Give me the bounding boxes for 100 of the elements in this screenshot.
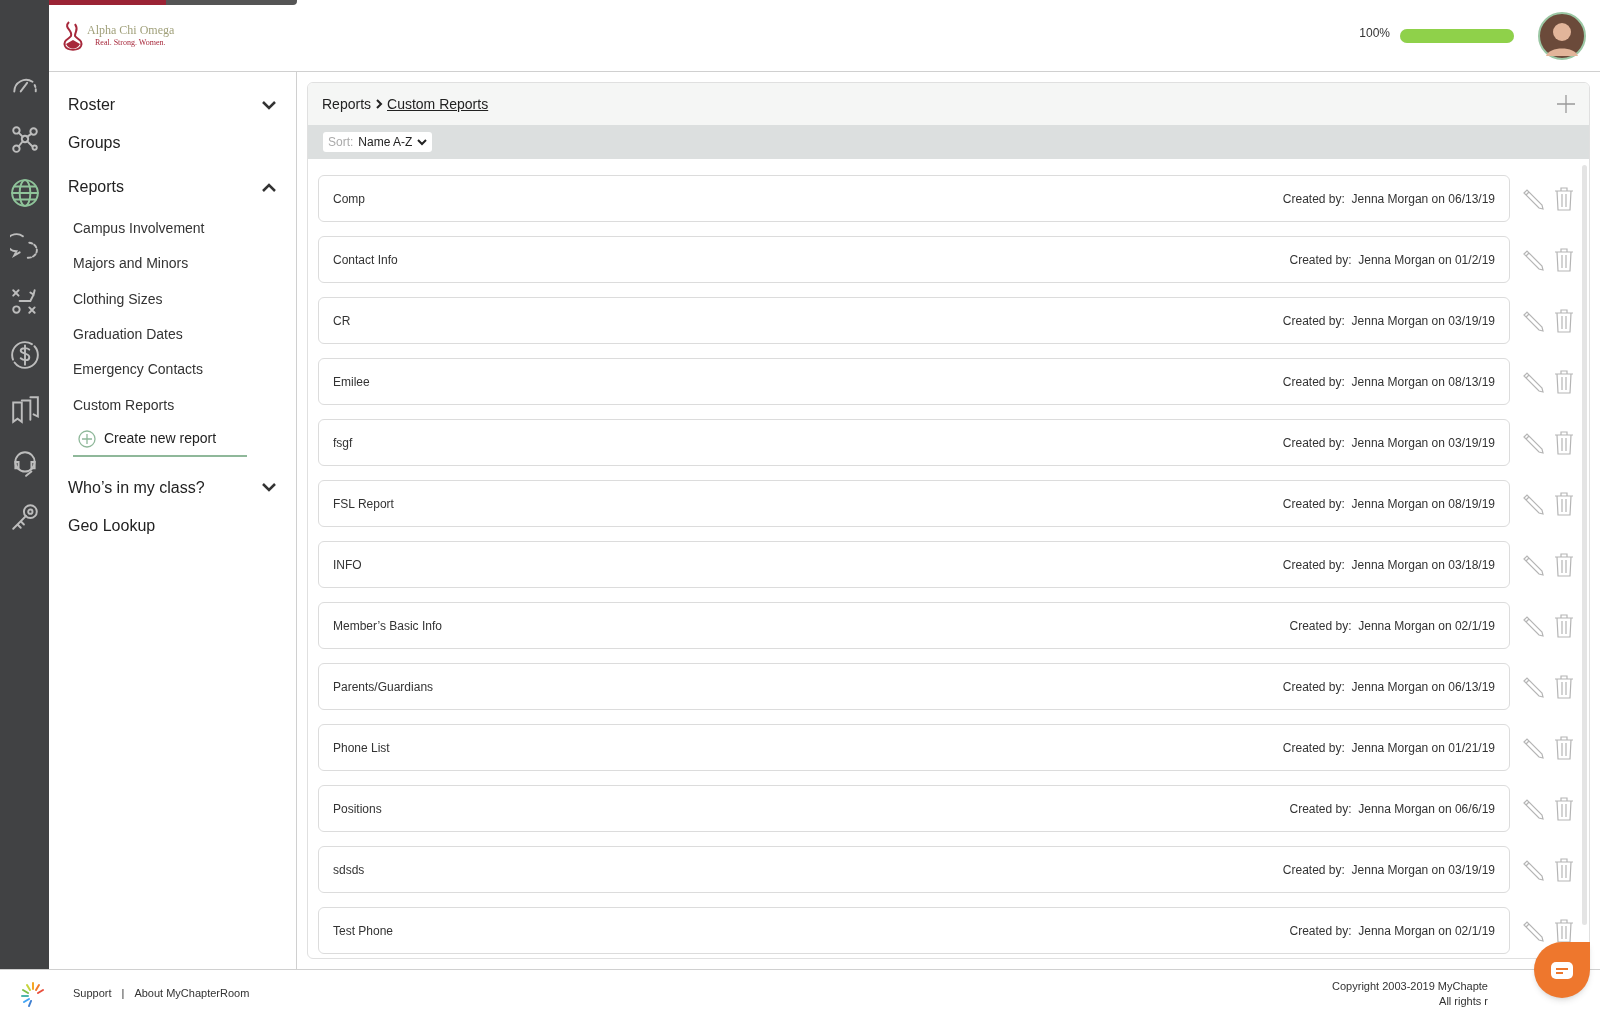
- avatar[interactable]: [1538, 11, 1586, 60]
- report-row[interactable]: fsgf Created by: Jenna Morgan on 03/19/19: [318, 419, 1510, 466]
- globe-icon[interactable]: [9, 178, 40, 208]
- trash-icon[interactable]: [1554, 369, 1574, 394]
- pencil-icon[interactable]: [1522, 919, 1544, 942]
- report-row[interactable]: Emilee Created by: Jenna Morgan on 08/13/19: [318, 358, 1510, 405]
- report-row[interactable]: Member’s Basic Info Created by: Jenna Morgan on 02/1/19: [318, 602, 1510, 649]
- report-link[interactable]: Clothing Sizes: [73, 288, 163, 310]
- report-link[interactable]: Emergency Contacts: [73, 359, 203, 381]
- trash-icon[interactable]: [1554, 613, 1574, 638]
- report-name: Contact Info: [333, 251, 398, 269]
- expand-chevron-icon[interactable]: [262, 100, 276, 110]
- report-created: Created by: Jenna Morgan on 03/18/19: [1282, 556, 1495, 574]
- report-row[interactable]: Phone List Created by: Jenna Morgan on 01/21/19: [318, 724, 1510, 771]
- pencil-icon[interactable]: [1522, 309, 1544, 332]
- footer-link[interactable]: Support: [73, 985, 112, 1002]
- report-created: Created by: Jenna Morgan on 03/19/19: [1282, 312, 1495, 330]
- collapse-chevron-icon[interactable]: [262, 182, 276, 192]
- report-name: sdsds: [333, 861, 365, 879]
- books-icon[interactable]: [9, 394, 40, 424]
- sidebar-item[interactable]: Who’s in my class?: [68, 475, 205, 500]
- pencil-icon[interactable]: [1522, 248, 1544, 271]
- network-icon[interactable]: [9, 124, 40, 154]
- pencil-icon[interactable]: [1522, 858, 1544, 881]
- footer-link[interactable]: About MyChapterRoom: [134, 985, 250, 1002]
- report-created: Created by: Jenna Morgan on 02/1/19: [1289, 617, 1495, 635]
- expand-chevron-icon[interactable]: [262, 483, 276, 493]
- report-name: Test Phone: [333, 922, 394, 940]
- report-name: Member’s Basic Info: [333, 617, 442, 635]
- scrollbar[interactable]: [1582, 165, 1587, 925]
- logo-tagline: Real. Strong. Women.: [95, 39, 167, 47]
- breadcrumb-current[interactable]: Custom Reports: [387, 93, 489, 115]
- pencil-icon[interactable]: [1522, 187, 1544, 210]
- trash-icon[interactable]: [1554, 552, 1574, 577]
- lyre-logo-icon: [63, 19, 83, 52]
- report-row[interactable]: CR Created by: Jenna Morgan on 03/19/19: [318, 297, 1510, 344]
- report-link[interactable]: Campus Involvement: [73, 218, 205, 240]
- report-created: Created by: Jenna Morgan on 06/13/19: [1282, 678, 1495, 696]
- logo-name: Alpha Chi Omega: [87, 24, 175, 36]
- report-created: Created by: Jenna Morgan on 08/13/19: [1282, 373, 1495, 391]
- sort-dropdown[interactable]: Sort: Name A-Z: [323, 132, 433, 152]
- copyright-text: Copyright 2003-2019 MyChapte: [1332, 978, 1488, 994]
- mychapterroom-logo-icon: [20, 980, 46, 1007]
- plus-circle-icon: [78, 429, 96, 448]
- caret-icon: [417, 138, 428, 146]
- trash-icon[interactable]: [1554, 430, 1574, 455]
- report-row[interactable]: sdsds Created by: Jenna Morgan on 03/19/19: [318, 846, 1510, 893]
- pencil-icon[interactable]: [1522, 614, 1544, 637]
- report-name: INFO: [333, 556, 362, 574]
- chevron-right-icon: [375, 99, 384, 109]
- trash-icon[interactable]: [1554, 796, 1574, 821]
- sidebar-item[interactable]: Groups: [68, 131, 121, 155]
- report-name: Comp: [333, 190, 365, 208]
- report-name: Parents/Guardians: [333, 678, 434, 696]
- pencil-icon[interactable]: [1522, 431, 1544, 454]
- report-name: Phone List: [333, 739, 390, 757]
- pencil-icon[interactable]: [1522, 492, 1544, 515]
- report-created: Created by: Jenna Morgan on 06/13/19: [1282, 190, 1495, 208]
- report-row[interactable]: INFO Created by: Jenna Morgan on 03/18/19: [318, 541, 1510, 588]
- trash-icon[interactable]: [1554, 247, 1574, 272]
- breadcrumb-link[interactable]: Reports: [322, 93, 372, 115]
- report-created: Created by: Jenna Morgan on 01/21/19: [1282, 739, 1495, 757]
- trash-icon[interactable]: [1554, 674, 1574, 699]
- pencil-icon[interactable]: [1522, 736, 1544, 759]
- report-name: Emilee: [333, 373, 370, 391]
- report-name: FSL Report: [333, 495, 394, 513]
- pencil-icon[interactable]: [1522, 797, 1544, 820]
- report-link[interactable]: Custom Reports: [73, 394, 175, 416]
- trash-icon[interactable]: [1554, 308, 1574, 333]
- trash-icon[interactable]: [1554, 918, 1574, 943]
- report-link[interactable]: Graduation Dates: [73, 324, 183, 346]
- key-icon[interactable]: [9, 502, 40, 532]
- sidebar-item[interactable]: Reports: [68, 175, 125, 199]
- report-name: Positions: [333, 800, 382, 818]
- footer-separator: |: [121, 986, 125, 1002]
- report-name: fsgf: [333, 434, 353, 452]
- add-icon[interactable]: [1557, 95, 1575, 113]
- report-row[interactable]: Positions Created by: Jenna Morgan on 06/6/19: [318, 785, 1510, 832]
- dollar-icon[interactable]: [9, 340, 40, 370]
- rights-text: All rights r: [1439, 993, 1488, 1009]
- report-row[interactable]: Contact Info Created by: Jenna Morgan on 01/2/19: [318, 236, 1510, 283]
- trash-icon[interactable]: [1554, 735, 1574, 760]
- report-created: Created by: Jenna Morgan on 01/2/19: [1289, 251, 1495, 269]
- create-report-link[interactable]: Create new report: [73, 422, 247, 457]
- report-row[interactable]: Comp Created by: Jenna Morgan on 06/13/19: [318, 175, 1510, 222]
- trash-icon[interactable]: [1554, 491, 1574, 516]
- pencil-icon[interactable]: [1522, 370, 1544, 393]
- pencil-icon[interactable]: [1522, 553, 1544, 576]
- report-row[interactable]: Test Phone Created by: Jenna Morgan on 02/1/19: [318, 907, 1510, 954]
- sidebar-item[interactable]: Roster: [68, 93, 116, 117]
- trash-icon[interactable]: [1554, 186, 1574, 211]
- trash-icon[interactable]: [1554, 857, 1574, 882]
- report-link[interactable]: Majors and Minors: [73, 253, 189, 275]
- report-created: Created by: Jenna Morgan on 03/19/19: [1282, 434, 1495, 452]
- report-row[interactable]: FSL Report Created by: Jenna Morgan on 08/19/19: [318, 480, 1510, 527]
- chat-button[interactable]: [1534, 942, 1590, 998]
- pencil-icon[interactable]: [1522, 675, 1544, 698]
- report-created: Created by: Jenna Morgan on 03/19/19: [1282, 861, 1495, 879]
- report-row[interactable]: Parents/Guardians Created by: Jenna Morgan on 06/13/19: [318, 663, 1510, 710]
- sidebar-item[interactable]: Geo Lookup: [68, 513, 156, 538]
